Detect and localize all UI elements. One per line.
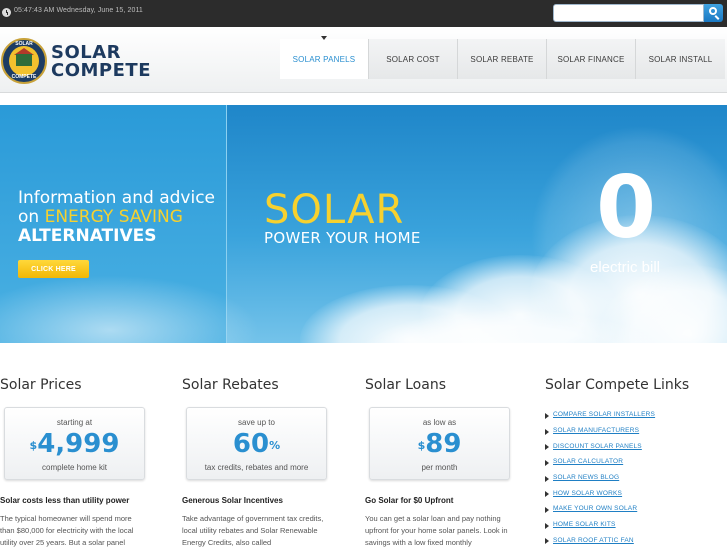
loan-value: $89	[417, 429, 462, 459]
list-item: COMPARE SOLAR INSTALLERS	[545, 407, 655, 423]
links-title: Solar Compete Links	[545, 377, 690, 393]
link-solar-manufacturers[interactable]: SOLAR MANUFACTURERS	[553, 427, 639, 434]
hero-subheadline: POWER YOUR HOME	[264, 229, 421, 247]
price-value: $4,999	[29, 429, 120, 459]
site-header: SOLAR COMPETE SOLAR COMPETE SOLAR PANELS…	[0, 27, 727, 93]
link-compare-solar-installers[interactable]: COMPARE SOLAR INSTALLERS	[553, 411, 655, 418]
hero-banner: Information and advice on ENERGY SAVING …	[0, 105, 727, 343]
arrow-icon	[545, 459, 549, 466]
main-nav: SOLAR PANELS SOLAR COST SOLAR REBATE SOL…	[280, 36, 725, 79]
link-discount-solar-panels[interactable]: DISCOUNT SOLAR PANELS	[553, 443, 642, 450]
current-datetime: 05:47:43 AM Wednesday, June 15, 2011	[14, 7, 143, 14]
link-solar-calculator[interactable]: SOLAR CALCULATOR	[553, 458, 623, 465]
arrow-icon	[545, 412, 549, 419]
list-item: SOLAR NEWS BLOG	[545, 470, 655, 486]
section-body: The typical homeowner will spend more th…	[0, 514, 134, 547]
nav-solar-finance[interactable]: SOLAR FINANCE	[546, 39, 635, 79]
zero-figure: 0	[596, 158, 656, 258]
nav-solar-cost[interactable]: SOLAR COST	[368, 39, 457, 79]
list-item: SOLAR MANUFACTURERS	[545, 423, 655, 439]
link-how-solar-works[interactable]: HOW SOLAR WORKS	[553, 490, 622, 497]
section-title: Solar Rebates	[182, 377, 279, 393]
solar-rebates-section: Solar Rebates save up to 60% tax credits…	[182, 377, 352, 547]
section-body: You can get a solar loan and pay nothing…	[365, 514, 508, 547]
solar-loans-section: Solar Loans as low as $89 per month Go S…	[365, 377, 535, 547]
list-item: MAKE YOUR OWN SOLAR	[545, 501, 655, 517]
arrow-icon	[545, 491, 549, 498]
logo-wordmark[interactable]: SOLAR COMPETE	[51, 44, 151, 80]
link-home-solar-kits[interactable]: HOME SOLAR KITS	[553, 521, 616, 528]
click-here-button[interactable]: CLICK HERE	[18, 260, 89, 278]
arrow-icon	[545, 538, 549, 545]
hero-headline: SOLAR	[264, 187, 405, 233]
section-heading: Generous Solar Incentives	[182, 496, 283, 505]
rebate-value: 60%	[232, 429, 281, 459]
section-heading: Solar costs less than utility power	[0, 496, 130, 505]
arrow-icon	[545, 428, 549, 435]
solar-compete-links: Solar Compete Links COMPARE SOLAR INSTAL…	[545, 377, 725, 545]
link-make-your-own-solar[interactable]: MAKE YOUR OWN SOLAR	[553, 505, 637, 512]
list-item: SOLAR ROOF ATTIC FAN	[545, 533, 655, 549]
section-title: Solar Loans	[365, 377, 446, 393]
arrow-icon	[545, 444, 549, 451]
section-title: Solar Prices	[0, 377, 82, 393]
link-solar-roof-attic-fan[interactable]: SOLAR ROOF ATTIC FAN	[553, 537, 634, 544]
list-item: HOW SOLAR WORKS	[545, 485, 655, 501]
hero-info-panel: Information and advice on ENERGY SAVING …	[0, 105, 260, 343]
logo-badge[interactable]: SOLAR COMPETE	[1, 38, 47, 84]
electric-bill-label: electric bill	[589, 259, 661, 276]
section-heading: Go Solar for $0 Upfront	[365, 496, 454, 505]
solar-prices-section: Solar Prices starting at $4,999 complete…	[0, 377, 170, 547]
section-body: Take advantage of government tax credits…	[182, 514, 324, 547]
nav-solar-install[interactable]: SOLAR INSTALL	[635, 39, 725, 79]
top-bar: 05:47:43 AM Wednesday, June 15, 2011	[0, 0, 727, 27]
list-item: SOLAR CALCULATOR	[545, 454, 655, 470]
links-list: COMPARE SOLAR INSTALLERS SOLAR MANUFACTU…	[545, 407, 655, 548]
price-box[interactable]: starting at $4,999 complete home kit	[4, 407, 145, 480]
clock-icon	[2, 8, 11, 17]
search-input[interactable]	[553, 4, 704, 22]
nav-solar-rebate[interactable]: SOLAR REBATE	[457, 39, 546, 79]
list-item: HOME SOLAR KITS	[545, 517, 655, 533]
house-icon	[16, 54, 32, 66]
list-item: DISCOUNT SOLAR PANELS	[545, 438, 655, 454]
loan-box[interactable]: as low as $89 per month	[369, 407, 510, 480]
arrow-icon	[545, 475, 549, 482]
hero-info-text: Information and advice on ENERGY SAVING …	[18, 188, 215, 246]
link-solar-news-blog[interactable]: SOLAR NEWS BLOG	[553, 474, 619, 481]
nav-solar-panels[interactable]: SOLAR PANELS	[280, 36, 368, 79]
search-icon	[709, 7, 717, 15]
arrow-icon	[545, 522, 549, 529]
rebate-box[interactable]: save up to 60% tax credits, rebates and …	[186, 407, 327, 480]
arrow-icon	[545, 506, 549, 513]
search-button[interactable]	[704, 4, 723, 22]
